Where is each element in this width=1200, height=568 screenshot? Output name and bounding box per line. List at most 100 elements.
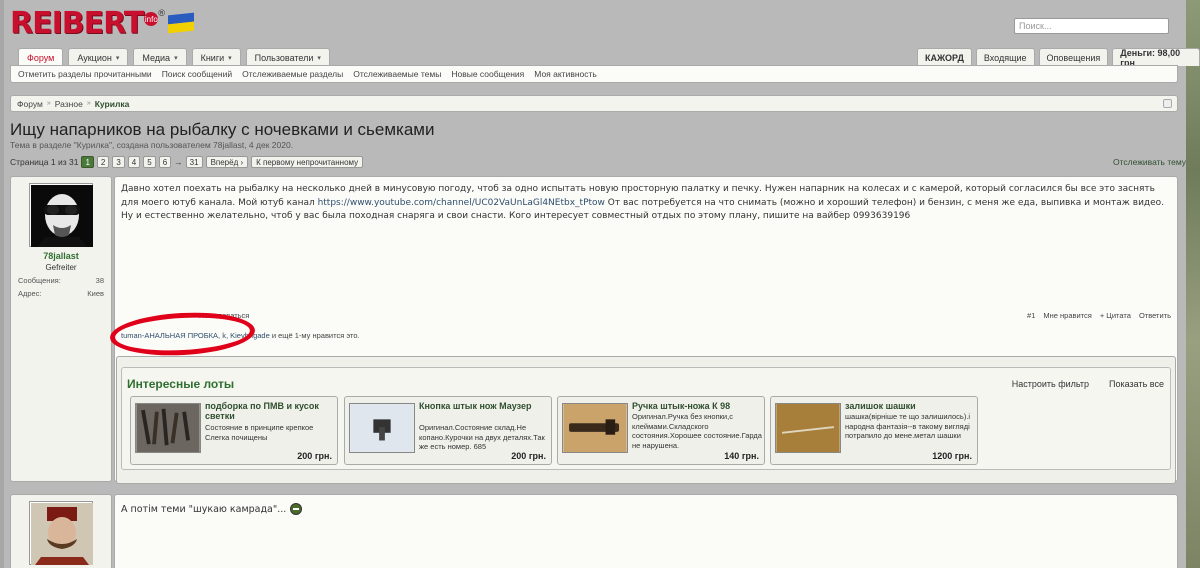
sub-navigation: Отметить разделы прочитанными Поиск сооб… <box>10 65 1178 83</box>
background-strip <box>1186 0 1200 568</box>
subnav-watched-forums[interactable]: Отслеживаемые разделы <box>242 69 343 79</box>
lot-card[interactable]: подборка по ПМВ и кусок светки Состояние… <box>130 396 338 465</box>
breadcrumb-forum[interactable]: Форум <box>17 99 43 109</box>
tab-account[interactable]: КАЖОРД <box>917 48 972 66</box>
configure-filter-link[interactable]: Настроить фильтр <box>1012 379 1089 389</box>
lot-description: Состояние в принципе крепкое Слегка почи… <box>205 423 314 442</box>
breadcrumb-current[interactable]: Курилка <box>95 99 130 109</box>
user-nav-tabs: КАЖОРД Входящие Оповещения Деньги: 98,00… <box>917 48 1200 68</box>
user-stat-address: Адрес: Киев <box>11 289 111 298</box>
stat-label: Сообщения: <box>18 276 61 285</box>
lot-image <box>562 403 628 453</box>
breadcrumb: Форум » Разное » Курилка <box>10 95 1178 112</box>
user-title: Gefreiter <box>45 263 77 272</box>
avatar-image <box>31 185 93 247</box>
page-count-label: Страница 1 из 31 <box>10 157 79 167</box>
tab-label: Книги <box>200 52 225 63</box>
lot-description: Оригинал.Ручка без кнопки,с клеймами.Скл… <box>632 412 762 450</box>
likes-tail: и ещё 1-му нравится это. <box>271 331 360 340</box>
tab-money[interactable]: Деньги: 98,00 грн <box>1112 48 1200 68</box>
avatar[interactable] <box>29 501 93 565</box>
lot-image <box>775 403 841 453</box>
page-6[interactable]: 6 <box>158 156 172 168</box>
lot-card[interactable]: Ручка штык-ножа К 98 Оригинал.Ручка без … <box>557 396 765 465</box>
tab-users[interactable]: Пользователи ▾ <box>245 48 330 66</box>
page-jump-arrow[interactable]: → <box>174 157 183 167</box>
subnav-mark-read[interactable]: Отметить разделы прочитанными <box>18 69 152 79</box>
page-1[interactable]: 1 <box>81 156 94 168</box>
lot-description: Оригинал.Состояние склад.Не копано.Куроч… <box>419 423 545 451</box>
post-message: А потім теми "шукаю камрада"... <box>121 503 303 515</box>
post-body: А потім теми "шукаю камрада"... <box>114 494 1178 568</box>
chevron-down-icon: ▾ <box>228 54 232 62</box>
lot-title[interactable]: Ручка штык-ножа К 98 <box>632 401 760 411</box>
thread-description: Тема в разделе "Курилка", создана пользо… <box>10 140 294 150</box>
page-3[interactable]: 3 <box>112 156 125 168</box>
page-5[interactable]: 5 <box>143 156 156 168</box>
lot-card[interactable]: залишок шашки шашка(вірніше те що залиши… <box>770 396 978 465</box>
lot-title[interactable]: подборка по ПМВ и кусок светки <box>205 401 333 421</box>
subnav-my-activity[interactable]: Моя активность <box>534 69 597 79</box>
user-card: 78jallast Gefreiter Сообщения: 38 Адрес:… <box>10 176 112 482</box>
subnav-new-posts[interactable]: Новые сообщения <box>451 69 524 79</box>
tab-label: Медиа <box>142 52 171 63</box>
stat-label: Адрес: <box>18 289 42 298</box>
lot-price: 140 грн. <box>724 451 759 461</box>
stat-value: Киев <box>87 289 104 298</box>
breadcrumb-separator: » <box>86 100 91 107</box>
subnav-watched-threads[interactable]: Отслеживаемые темы <box>353 69 441 79</box>
page-4[interactable]: 4 <box>127 156 141 168</box>
lot-card[interactable]: Кнопка штык нож Маузер Оригинал.Состояни… <box>344 396 552 465</box>
subnav-search-messages[interactable]: Поиск сообщений <box>162 69 232 79</box>
watch-thread-link[interactable]: Отслеживать тему <box>1113 157 1186 167</box>
lot-price: 200 грн. <box>511 451 546 461</box>
tab-inbox[interactable]: Входящие <box>975 48 1035 66</box>
search-input[interactable]: Поиск... <box>1014 18 1169 34</box>
lot-image <box>135 403 201 453</box>
lot-title[interactable]: Кнопка штык нож Маузер <box>419 401 547 411</box>
page-2[interactable]: 2 <box>96 156 110 168</box>
tab-label: Аукцион <box>77 52 112 63</box>
ukraine-flag-icon <box>167 12 194 34</box>
next-page-button[interactable]: Вперёд › <box>205 156 249 168</box>
show-all-link[interactable]: Показать все <box>1109 379 1164 389</box>
breadcrumb-separator: » <box>46 100 51 107</box>
page-last[interactable]: 31 <box>185 156 203 168</box>
post-number[interactable]: #1 <box>1027 311 1035 320</box>
avatar-image <box>31 503 93 565</box>
username[interactable]: 78jallast <box>11 251 111 261</box>
youtube-link[interactable]: https://www.youtube.com/channel/UC02VaUn… <box>318 198 605 208</box>
tab-label: Пользователи <box>254 52 314 63</box>
smiley-icon <box>290 503 303 515</box>
tab-label: Форум <box>27 53 55 63</box>
like-button[interactable]: Мне нравится <box>1043 311 1091 320</box>
lot-title[interactable]: залишок шашки <box>845 401 973 411</box>
lot-price: 200 грн. <box>297 451 332 461</box>
reply-button[interactable]: Ответить <box>1139 311 1171 320</box>
first-unread-button[interactable]: К первому непрочитанному <box>251 156 364 168</box>
lot-description: шашка(вірніше те що залишилось).і народн… <box>845 412 971 440</box>
page-title: Ищу напарников на рыбалку с ночевками и … <box>10 120 435 139</box>
tab-alerts[interactable]: Оповещения <box>1038 48 1109 66</box>
stat-value: 38 <box>95 276 104 285</box>
tab-auction[interactable]: Аукцион ▾ <box>68 48 129 66</box>
post-text: А потім теми "шукаю камрада"... <box>121 503 287 515</box>
rss-icon[interactable] <box>1163 99 1172 108</box>
tab-media[interactable]: Медиа ▾ <box>133 48 187 66</box>
user-stat-messages: Сообщения: 38 <box>11 276 111 285</box>
logo-info-badge: info <box>144 12 159 26</box>
breadcrumb-misc[interactable]: Разное <box>55 99 83 109</box>
avatar[interactable] <box>29 183 93 247</box>
lots-title: Интересные лоты <box>127 377 235 391</box>
tab-books[interactable]: Книги ▾ <box>191 48 241 66</box>
user-card <box>10 494 112 568</box>
chevron-down-icon: ▾ <box>174 54 178 62</box>
lot-price: 1200 грн. <box>932 451 972 461</box>
logo-text: REIBERT <box>10 5 144 41</box>
lots-panel: Интересные лоты Настроить фильтр Показат… <box>121 367 1171 470</box>
site-logo[interactable]: REIBERT info ® <box>10 5 194 41</box>
post-message: Давно хотел поехать на рыбалку на нескол… <box>115 177 1177 230</box>
quote-button[interactable]: + Цитата <box>1100 311 1131 320</box>
chevron-down-icon: ▾ <box>317 54 321 62</box>
logo-registered-mark: ® <box>158 8 165 18</box>
